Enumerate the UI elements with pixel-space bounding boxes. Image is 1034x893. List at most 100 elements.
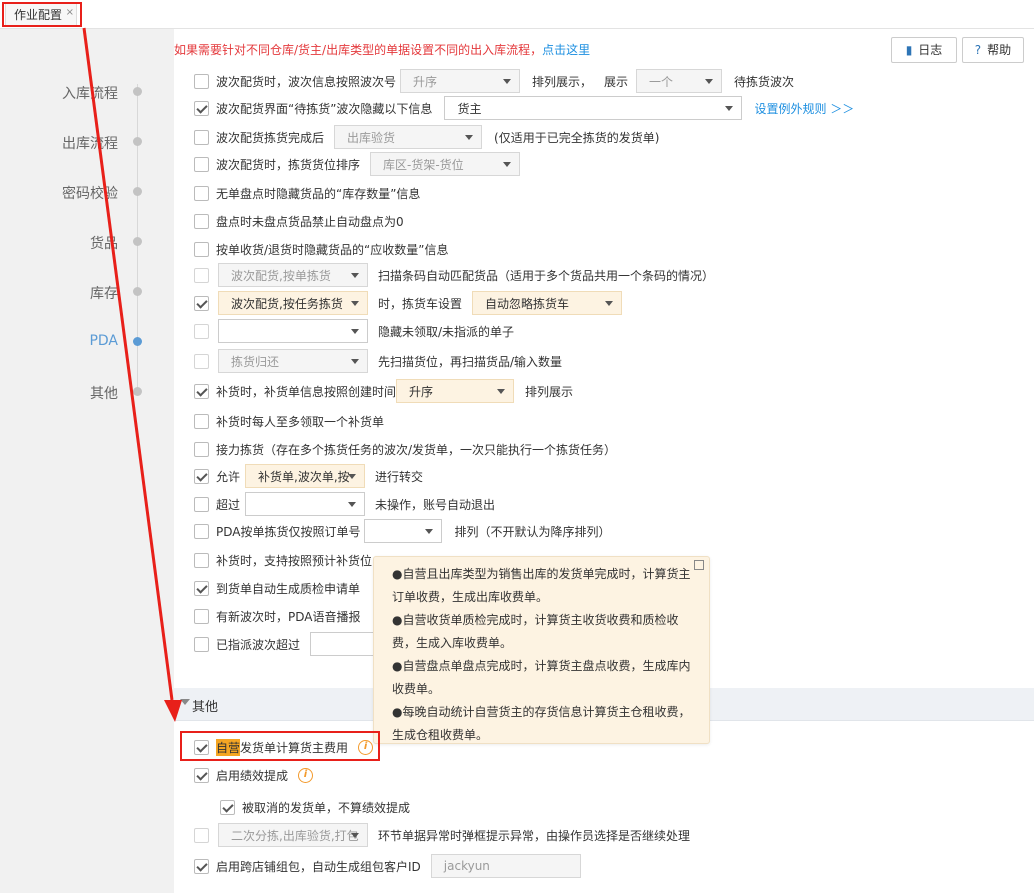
setting-row: 补货时，补货单信息按照创建时间 升序 排列展示 — [194, 378, 573, 404]
return-select[interactable]: 拣货归还 — [218, 349, 368, 373]
setting-label: 补货时，补货单信息按照创建时间 — [216, 384, 397, 399]
transfer-type-select[interactable]: 补货单,波次单,按 — [245, 464, 366, 488]
setting-row: PDA按单拣货仅按照订单号 排列（不开默认为降序排列） — [194, 518, 611, 544]
setting-label: 盘点时未盘点货品禁止自动盘点为0 — [216, 214, 404, 229]
setting-row: 到货单自动生成质检申请单 — [194, 575, 360, 601]
section-title: 其他 — [192, 700, 219, 715]
cart-setting-select[interactable]: 自动忽略拣货车 — [472, 291, 623, 315]
sidebar-item-inventory[interactable]: 库存 — [90, 283, 118, 303]
checkbox[interactable] — [220, 799, 235, 815]
checkbox[interactable] — [194, 608, 209, 624]
checkbox[interactable] — [194, 267, 209, 283]
checkbox[interactable] — [194, 73, 209, 89]
setting-label: 已指派波次超过 — [216, 637, 301, 652]
location-sort-select[interactable]: 库区-货架-货位 — [370, 152, 521, 176]
setting-row: 波次配货时，拣货货位排序 库区-货架-货位 — [194, 151, 521, 177]
checkbox[interactable] — [194, 496, 209, 512]
setting-row: 盘点时未盘点货品禁止自动盘点为0 — [194, 208, 404, 234]
checkbox[interactable] — [194, 580, 209, 596]
checkbox[interactable] — [194, 413, 209, 429]
checkbox[interactable] — [194, 523, 209, 539]
sidebar-item-outbound[interactable]: 出库流程 — [62, 133, 118, 153]
checkbox[interactable] — [194, 552, 209, 568]
setting-label: 待拣货波次 — [734, 74, 795, 89]
setting-row: 已指派波次超过 — [194, 631, 381, 657]
setting-row: 波次配货,按单拣货 扫描条码自动匹配货品（适用于多个货品共用一个条码的情况） — [194, 262, 714, 288]
checkbox[interactable] — [194, 185, 209, 201]
customer-id-input[interactable]: jackyun — [430, 854, 581, 878]
help-button[interactable]: ? 帮助 — [962, 37, 1024, 63]
checkbox[interactable] — [194, 241, 209, 257]
info-icon[interactable]: i — [298, 767, 314, 783]
setting-label: 超过 — [216, 497, 241, 512]
exception-rules-link[interactable]: 设置例外规则 ＞＞ — [754, 100, 854, 117]
sidebar-item-pda[interactable]: PDA — [89, 333, 118, 349]
setting-row: 超过 未操作，账号自动退出 — [194, 491, 495, 517]
checkbox[interactable] — [194, 100, 209, 116]
setting-label: 排列展示 — [525, 384, 574, 399]
copy-icon[interactable] — [694, 560, 704, 570]
checkbox[interactable] — [194, 636, 209, 652]
setting-label: 被取消的发货单，不算绩效提成 — [242, 800, 411, 815]
setting-label: 启用绩效提成 — [216, 768, 289, 783]
setting-row: 补货时每人至多领取一个补货单 — [194, 408, 384, 434]
setting-row: 拣货归还 先扫描货位，再扫描货品/输入数量 — [194, 348, 562, 374]
checkbox[interactable] — [194, 468, 209, 484]
setting-row: 波次配货,按任务拣货 时，拣货车设置 自动忽略拣货车 — [194, 290, 623, 316]
nav-dot — [133, 87, 142, 96]
replenish-sort-select[interactable]: 升序 — [396, 379, 515, 403]
setting-label: 扫描条码自动匹配货品（适用于多个货品共用一个条码的情况） — [378, 268, 715, 283]
nav-dot — [133, 287, 142, 296]
wave-limit-input[interactable] — [310, 632, 381, 656]
annotation-box-tab — [2, 2, 82, 27]
sidebar-item-password[interactable]: 密码校验 — [62, 183, 118, 203]
setting-label: 波次配货时，拣货货位排序 — [216, 157, 361, 172]
checkbox[interactable] — [194, 767, 209, 783]
setting-row: 隐藏未领取/未指派的单子 — [194, 318, 514, 344]
setting-label: 展示 — [604, 74, 629, 89]
checkbox[interactable] — [194, 353, 209, 369]
log-button[interactable]: ▮ 日志 — [891, 37, 957, 63]
setting-row: 波次配货界面“待拣货”波次隐藏以下信息 货主 设置例外规则 ＞＞ — [194, 95, 854, 121]
setting-row: 允许 补货单,波次单,按 进行转交 — [194, 463, 423, 489]
checkbox[interactable] — [194, 441, 209, 457]
pick-mode-select[interactable]: 波次配货,按单拣货 — [218, 263, 368, 287]
setting-row: 启用跨店铺组包，自动生成组包客户ID jackyun — [194, 853, 581, 879]
notice-link[interactable]: 点击这里 — [542, 43, 590, 57]
checkbox[interactable] — [194, 323, 209, 339]
checkbox[interactable] — [194, 213, 209, 229]
sidebar: 入库流程 出库流程 密码校验 货品 库存 PDA 其他 — [0, 29, 174, 893]
hide-unassigned-select[interactable] — [218, 319, 368, 343]
tooltip-line: ●自营盘点单盘点完成时，计算货主盘点收费，生成库内收费单。 — [392, 659, 691, 696]
checkbox[interactable] — [194, 129, 209, 145]
display-count-select[interactable]: 一个 — [636, 69, 723, 93]
setting-label: 排列展示， — [532, 74, 593, 89]
checkbox[interactable] — [194, 383, 209, 399]
setting-label: 接力拣货（存在多个拣货任务的波次/发货单，一次只能执行一个拣货任务） — [216, 442, 617, 457]
setting-label: 启用跨店铺组包，自动生成组包客户ID — [216, 859, 421, 874]
after-pick-select[interactable]: 出库验货 — [334, 125, 483, 149]
pick-task-select[interactable]: 波次配货,按任务拣货 — [218, 291, 368, 315]
chevron-down-icon — [180, 699, 190, 705]
setting-row: 补货时，支持按照预计补货位 — [194, 547, 372, 573]
fee-tooltip: ●自营且出库类型为销售出库的发货单完成时，计算货主订单收费，生成出库收费单。 ●… — [373, 556, 710, 744]
setting-row: 被取消的发货单，不算绩效提成 — [220, 794, 410, 820]
checkbox[interactable] — [194, 156, 209, 172]
setting-label: 无单盘点时隐藏货品的“库存数量”信息 — [216, 186, 421, 201]
setting-label: 到货单自动生成质检申请单 — [216, 581, 361, 596]
hide-info-select[interactable]: 货主 — [444, 96, 743, 120]
sidebar-item-goods[interactable]: 货品 — [90, 233, 118, 253]
setting-label: 按单收货/退货时隐藏货品的“应收数量”信息 — [216, 242, 449, 257]
nav-dot-active — [133, 337, 142, 346]
timeout-select[interactable] — [245, 492, 366, 516]
notice-message: 如果需要针对不同仓库/货主/出库类型的单据设置不同的出入库流程， — [174, 43, 543, 57]
checkbox[interactable] — [194, 295, 209, 311]
order-sort-select[interactable] — [364, 519, 443, 543]
checkbox[interactable] — [194, 858, 209, 874]
sidebar-item-inbound[interactable]: 入库流程 — [62, 83, 118, 103]
exception-stage-select[interactable]: 二次分拣,出库验货,打包 — [218, 823, 368, 847]
checkbox[interactable] — [194, 827, 209, 843]
sidebar-item-other[interactable]: 其他 — [90, 383, 118, 403]
setting-label: 隐藏未领取/未指派的单子 — [378, 324, 515, 339]
sort-order-select[interactable]: 升序 — [400, 69, 521, 93]
